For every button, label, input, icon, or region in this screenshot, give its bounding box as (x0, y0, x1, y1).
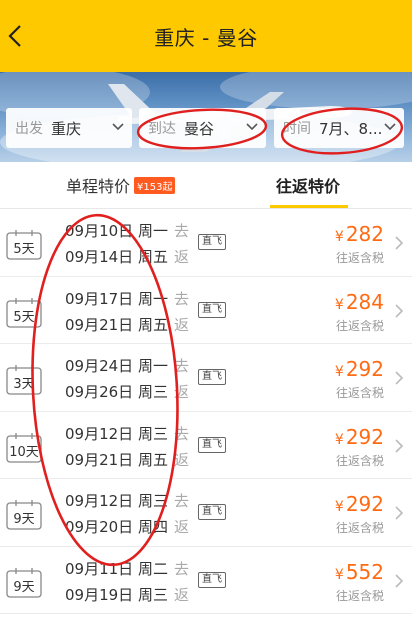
price-note: 往返含税 (335, 453, 384, 468)
return-date: 09月21日 周五返 (65, 315, 189, 334)
outbound-date: 09月24日 周一去 (65, 357, 189, 375)
chevron-right-icon (395, 573, 404, 588)
direct-flight-tag: 直飞 (198, 369, 226, 385)
time-label: 时间 (283, 121, 311, 137)
outbound-date: 09月10日 周一去 (65, 222, 189, 240)
depart-city-select[interactable]: 出发 重庆 (6, 108, 132, 148)
price-value: 282 (345, 222, 384, 246)
chevron-down-icon (246, 123, 258, 131)
direct-flight-tag: 直飞 (198, 571, 226, 588)
trip-days: 5天 (13, 242, 35, 257)
trip-days: 10天 (9, 444, 39, 460)
return-date: 09月26日 周三返 (65, 383, 189, 401)
return-date: 09月19日 周三返 (65, 585, 189, 604)
currency-symbol: ¥ (334, 566, 344, 583)
currency-symbol: ¥ (334, 296, 344, 313)
outbound-date: 09月12日 周三去 (65, 492, 189, 510)
price-value: 292 (345, 492, 384, 516)
price-block: ¥282 往返含税 (335, 223, 384, 266)
currency-symbol: ¥ (334, 364, 344, 380)
price-note: 往返含税 (335, 386, 384, 400)
currency-symbol: ¥ (334, 229, 344, 245)
tab-oneway[interactable]: 单程特价 ¥153起 (66, 162, 176, 208)
price-value: 284 (345, 289, 384, 314)
fare-row[interactable]: 5天 09月10日 周一去 09月14日 周五返 直飞 ¥282 往返含税 (0, 209, 412, 277)
fare-list: 5天 09月10日 周一去 09月14日 周五返 直飞 ¥282 往返含税 5天… (0, 209, 412, 614)
oneway-price-badge: ¥153起 (134, 176, 176, 194)
currency-symbol: ¥ (334, 431, 344, 448)
tab-roundtrip[interactable]: 往返特价 (276, 162, 340, 208)
fare-row[interactable]: 3天 09月24日 周一去 09月26日 周三返 直飞 ¥292 往返含税 (0, 344, 412, 412)
fare-row[interactable]: 9天 09月11日 周二去 09月19日 周三返 直飞 ¥552 往返含税 (0, 547, 412, 614)
arrive-label: 到达 (148, 121, 176, 137)
return-date: 09月20日 周四返 (65, 518, 189, 536)
trip-length: 9天 (6, 499, 42, 530)
time-value: 7月、8... (319, 119, 383, 138)
outbound-date: 09月17日 周一去 (65, 289, 189, 308)
price-block: ¥292 往返含税 (335, 493, 384, 536)
trip-length: 9天 (6, 567, 42, 598)
price-block: ¥284 往返含税 (335, 291, 384, 334)
trip-length: 3天 (6, 364, 42, 395)
price-value: 292 (345, 357, 384, 381)
chevron-right-icon (395, 371, 404, 385)
price-note: 往返含税 (335, 251, 384, 265)
page-title: 重庆 - 曼谷 (154, 25, 258, 50)
chevron-right-icon (395, 303, 404, 318)
trip-length: 5天 (6, 297, 42, 328)
trip-length: 10天 (6, 432, 42, 463)
chevron-right-icon (395, 506, 404, 520)
trip-days: 5天 (13, 309, 35, 325)
search-filters: 出发 重庆 到达 曼谷 时间 7月、8... (0, 108, 412, 150)
outbound-date: 09月12日 周三去 (65, 424, 189, 443)
app-header: 重庆 - 曼谷 (0, 0, 412, 72)
tab-roundtrip-label: 往返特价 (276, 177, 341, 196)
depart-value: 重庆 (51, 119, 82, 138)
arrive-city-select[interactable]: 到达 曼谷 (139, 108, 266, 148)
direct-flight-tag: 直飞 (198, 301, 226, 318)
price-value: 552 (345, 559, 384, 584)
chevron-right-icon (395, 438, 404, 453)
return-date: 09月14日 周五返 (65, 248, 189, 266)
trip-days: 3天 (13, 377, 35, 392)
trip-length: 5天 (6, 229, 42, 260)
currency-symbol: ¥ (334, 499, 344, 515)
price-block: ¥292 往返含税 (335, 426, 384, 469)
price-note: 往返含税 (335, 588, 384, 603)
fare-row[interactable]: 9天 09月12日 周三去 09月20日 周四返 直飞 ¥292 往返含税 (0, 479, 412, 547)
fare-type-tabs: 单程特价 ¥153起 往返特价 (0, 162, 412, 208)
direct-flight-tag: 直飞 (198, 504, 226, 520)
direct-flight-tag: 直飞 (198, 234, 226, 250)
outbound-date: 09月11日 周二去 (65, 559, 189, 578)
chevron-down-icon (112, 123, 124, 131)
time-select[interactable]: 时间 7月、8... (274, 108, 404, 148)
price-value: 292 (345, 424, 384, 449)
price-note: 往返含税 (335, 521, 384, 535)
back-icon (8, 25, 21, 47)
fare-row[interactable]: 5天 09月17日 周一去 09月21日 周五返 直飞 ¥284 往返含税 (0, 277, 412, 344)
trip-days: 9天 (13, 579, 35, 595)
arrive-value: 曼谷 (184, 119, 215, 138)
price-block: ¥552 往返含税 (335, 561, 384, 604)
depart-label: 出发 (15, 121, 43, 137)
back-button[interactable] (4, 20, 28, 52)
chevron-down-icon (384, 123, 396, 131)
trip-days: 9天 (13, 512, 35, 527)
price-note: 往返含税 (335, 318, 384, 333)
price-block: ¥292 往返含税 (335, 358, 384, 401)
chevron-right-icon (395, 236, 404, 250)
direct-flight-tag: 直飞 (198, 436, 226, 453)
tab-oneway-label: 单程特价 (66, 177, 131, 196)
return-date: 09月21日 周五返 (65, 450, 189, 469)
fare-row[interactable]: 10天 09月12日 周三去 09月21日 周五返 直飞 ¥292 往返含税 (0, 412, 412, 479)
